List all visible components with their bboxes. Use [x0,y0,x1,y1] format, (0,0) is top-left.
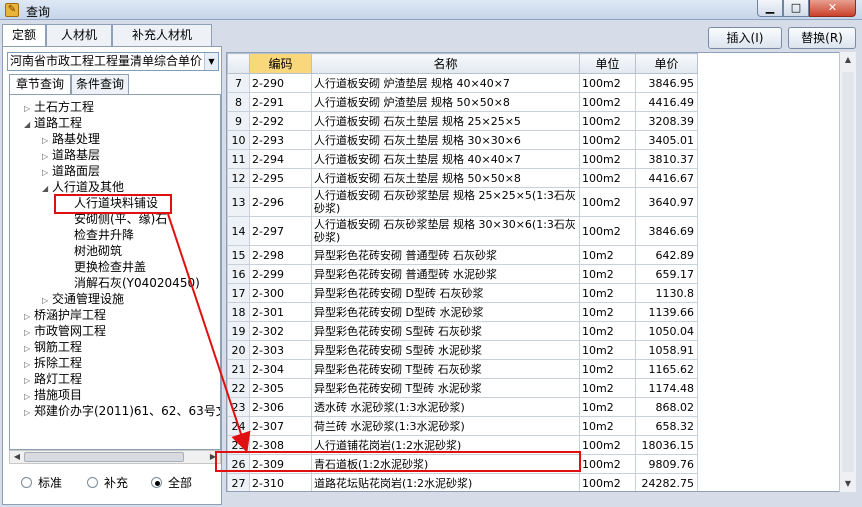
annotation-arrow [167,213,251,453]
arrow-line [167,213,251,453]
